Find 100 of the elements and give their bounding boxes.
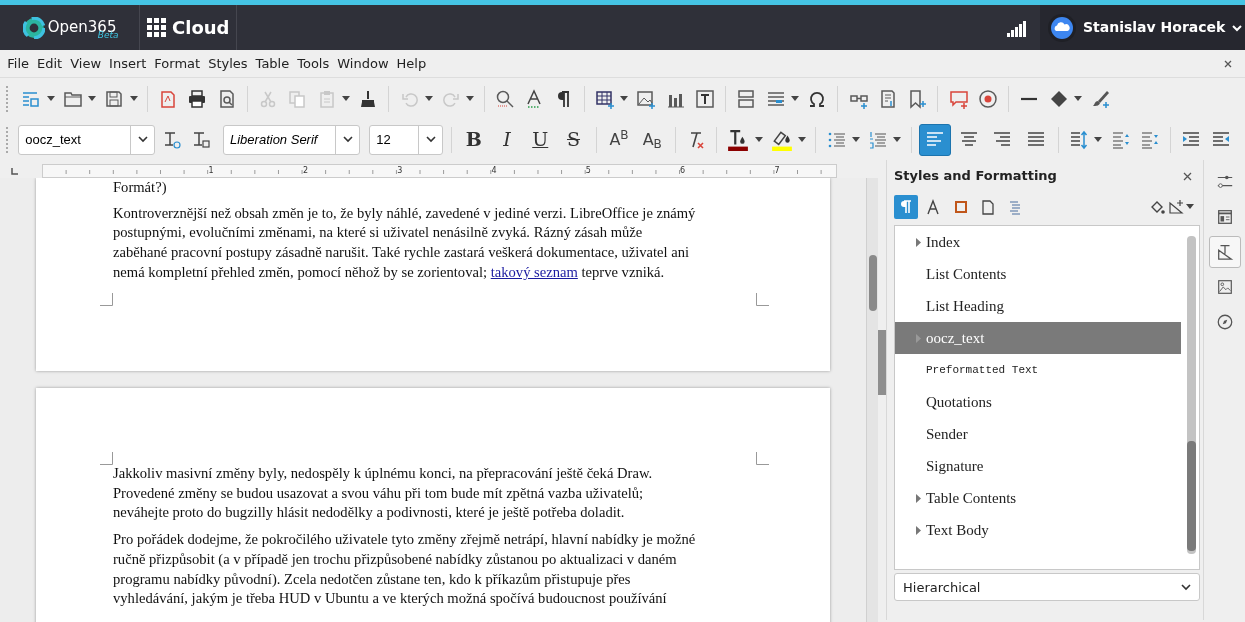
print-icon[interactable]	[187, 88, 208, 109]
dropdown-icon[interactable]	[137, 136, 148, 143]
logo-icon[interactable]	[22, 16, 45, 39]
italic-button[interactable]: I	[492, 124, 522, 155]
ruler[interactable]: 1 2 3 4 5 6 7	[42, 164, 837, 178]
caret-icon[interactable]	[798, 136, 806, 143]
scrollbar[interactable]	[1187, 236, 1196, 555]
avatar-icon[interactable]	[1046, 12, 1077, 43]
page-icon[interactable]	[1215, 207, 1234, 227]
caret-icon[interactable]	[46, 95, 55, 102]
style-item[interactable]: Signature	[895, 450, 1181, 483]
dropdown-icon[interactable]	[1181, 583, 1191, 591]
menu-item[interactable]: Edit	[33, 53, 67, 74]
margin-corner-mark	[756, 293, 769, 306]
style-item[interactable]: oocz_text	[895, 322, 1181, 355]
tab-stop-icon[interactable]	[10, 167, 19, 176]
menu-item[interactable]: View	[66, 53, 106, 74]
scrollbar[interactable]	[866, 178, 878, 622]
clone-format-icon[interactable]	[358, 88, 378, 109]
menu-item[interactable]: Help	[392, 53, 431, 74]
table-icon[interactable]	[594, 88, 615, 109]
caret-icon[interactable]	[620, 95, 628, 102]
caret-icon[interactable]	[1231, 23, 1242, 32]
style-item[interactable]: Table Contents	[895, 482, 1181, 515]
caret-icon[interactable]	[466, 95, 475, 102]
bold-button[interactable]: B	[458, 124, 489, 155]
margin-corner-mark	[100, 293, 113, 306]
superscript-button[interactable]: A$^{B}$	[604, 124, 634, 155]
menu-item[interactable]: Insert	[105, 53, 151, 74]
menu-item[interactable]: Format	[150, 53, 205, 74]
caret-icon[interactable]	[129, 95, 138, 102]
caret-icon[interactable]	[790, 95, 799, 102]
style-item[interactable]: Index	[895, 226, 1181, 259]
new-style-icon[interactable]	[1167, 199, 1184, 215]
styles-deck-tab[interactable]	[1208, 236, 1241, 268]
ruler-number: 3	[396, 165, 404, 177]
underline-button[interactable]: U	[525, 124, 556, 155]
draw-icon[interactable]	[1090, 88, 1110, 109]
bookmark-icon[interactable]	[907, 88, 927, 109]
style-item[interactable]: Text Body	[895, 514, 1181, 547]
ruler-number: 6	[679, 165, 687, 177]
menu-item[interactable]: Table	[251, 53, 294, 74]
line-spacing-icon[interactable]	[1069, 129, 1089, 150]
page-break-icon[interactable]	[736, 88, 757, 109]
caret-icon[interactable]	[1073, 95, 1082, 102]
image-icon[interactable]	[636, 88, 657, 109]
caret-icon[interactable]	[424, 95, 433, 102]
spelling-icon[interactable]	[524, 88, 544, 109]
style-item[interactable]: List Heading	[895, 290, 1181, 323]
menu-item[interactable]: Window	[333, 53, 393, 74]
close-icon[interactable]	[1183, 171, 1192, 181]
caret-icon[interactable]	[754, 136, 763, 143]
font-size-combo-box[interactable]: 12	[369, 124, 444, 155]
dropdown-icon[interactable]	[342, 136, 353, 143]
ruler-number: 5	[584, 165, 592, 177]
caret-icon[interactable]	[893, 136, 902, 143]
close-icon[interactable]	[1223, 58, 1233, 69]
link[interactable]: takový seznam	[490, 263, 578, 280]
expand-icon[interactable]	[916, 493, 922, 503]
record-changes-icon[interactable]	[977, 88, 998, 109]
font-name-combo-box[interactable]: Liberation Serif	[223, 124, 360, 155]
style-combo-box[interactable]: oocz_text	[18, 124, 156, 155]
subscript-button[interactable]: A$_{B}$	[637, 124, 668, 155]
text-box-icon[interactable]	[694, 88, 715, 109]
ruler-number: 1	[207, 165, 215, 177]
signal-icon	[1007, 18, 1027, 37]
caret-icon[interactable]	[341, 95, 350, 102]
style-item[interactable]: List Contents	[895, 258, 1181, 291]
strikethrough-button[interactable]: S	[558, 124, 589, 155]
dropdown-icon[interactable]	[425, 136, 436, 143]
sidebar-collapse-handle[interactable]	[878, 330, 886, 395]
style-item[interactable]: Preformatted Text	[895, 354, 1181, 387]
caret-icon[interactable]	[1094, 136, 1103, 143]
app-name[interactable]: Cloud	[172, 14, 230, 41]
pdf-export-icon[interactable]	[158, 88, 178, 109]
caret-icon[interactable]	[851, 136, 860, 143]
margin-corner-mark	[756, 452, 769, 465]
gallery-icon[interactable]	[1215, 277, 1234, 297]
search-icon[interactable]	[494, 88, 515, 109]
align-left-button[interactable]	[918, 123, 951, 156]
font-size-field[interactable]: 12	[370, 125, 419, 154]
menu-item[interactable]: Tools	[293, 53, 334, 74]
comment-icon[interactable]	[948, 88, 969, 109]
paragraph: Jakkoliv masivní změny byly, nedospěly k úplnému konci, na přepracování ještě čeká Draw. Provedené změny se budou usazovat a svou váhu při tom bude mít zpětná vazba uživatelů; neváhejte proto do bugzilly hlásit nedodělky a podivnosti, které je ještě potřeba doladit.	[113, 464, 654, 523]
filter-dropdown[interactable]: Hierarchical	[894, 573, 1200, 602]
styles-icon[interactable]	[1215, 242, 1234, 262]
menu-item[interactable]: Styles	[204, 53, 252, 74]
save-icon[interactable]	[104, 88, 125, 109]
style-item[interactable]: Sender	[895, 418, 1181, 451]
navigator-icon[interactable]	[1215, 312, 1234, 332]
font-name-field[interactable]: Liberation Serif	[224, 125, 335, 154]
font-color-icon[interactable]	[727, 128, 750, 151]
expand-icon[interactable]	[916, 237, 922, 247]
caret-icon[interactable]	[88, 95, 96, 102]
style-item[interactable]: Quotations	[895, 386, 1181, 419]
style-field[interactable]: oocz_text	[19, 125, 131, 154]
caret-icon[interactable]	[1186, 204, 1194, 210]
app-grid-icon[interactable]	[146, 18, 166, 37]
menu-item[interactable]: File	[3, 53, 33, 74]
expand-icon[interactable]	[916, 525, 922, 535]
